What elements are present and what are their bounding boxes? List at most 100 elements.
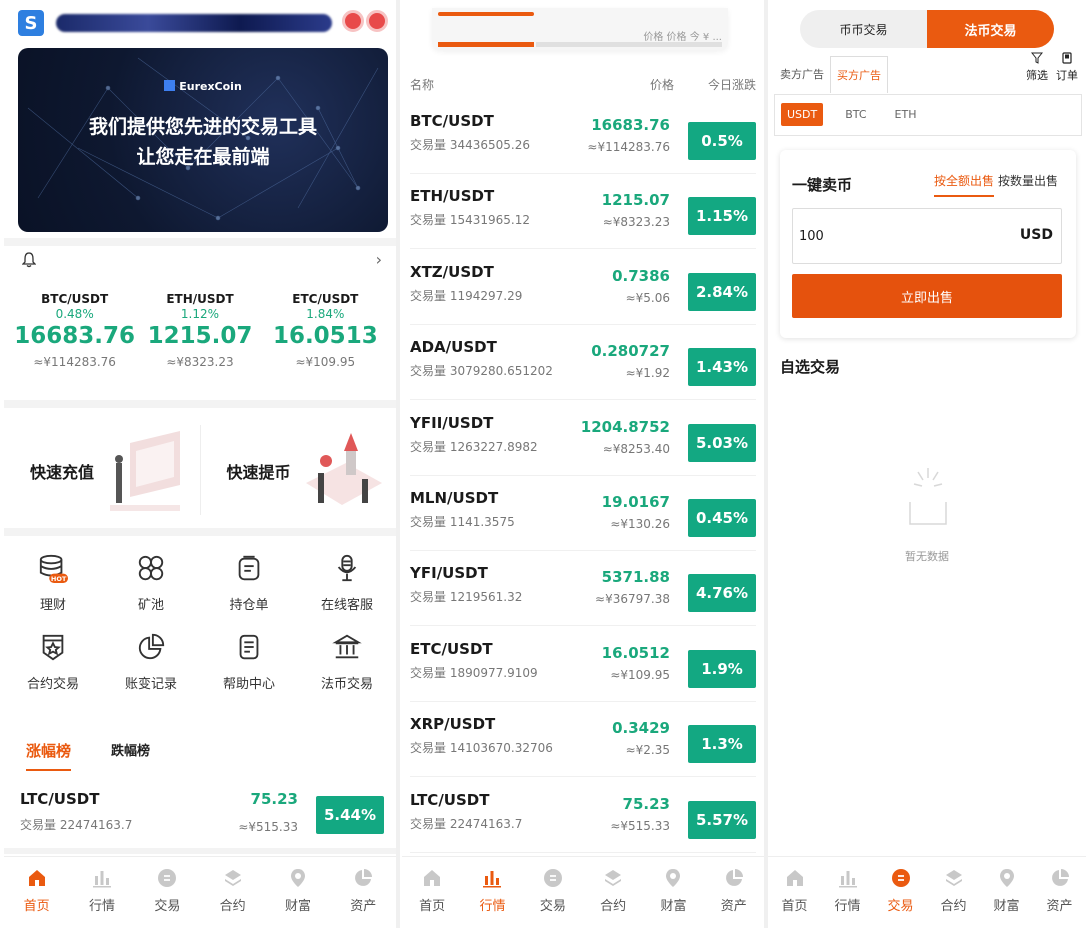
table-row[interactable]: MLN/USDT 交易量 1141.3575 19.0167 ≈¥130.26 0.45… [410,475,756,551]
tab-label: 首页 [23,899,50,914]
notice-bar[interactable]: › [21,250,382,272]
tab-market[interactable]: 行情 [462,857,522,928]
grid-item-label: 法币交易 [320,677,373,692]
tab-market[interactable]: 行情 [821,857,874,928]
tab-label: 行情 [479,899,506,914]
currency-btc[interactable]: BTC [839,103,872,126]
currency-eth[interactable]: ETH [889,103,923,126]
tab-home[interactable]: 首页 [402,857,462,928]
table-row[interactable]: YFII/USDT 交易量 1263227.8982 1204.8752 ≈¥8253… [410,400,756,476]
tab-buyer-ads[interactable]: 买方广告 [830,56,888,93]
row-price: 16.0512 [601,643,670,662]
ticker-card[interactable]: BTC/USDT 0.48% 16683.76 ≈¥114283.76 [12,292,137,369]
hot-badge: HOT [51,575,67,583]
tab-assets[interactable]: 资产 [704,857,764,928]
avatar[interactable] [366,10,388,32]
segment-fiat-trade[interactable]: 法币交易 [927,10,1054,48]
tab-home[interactable]: 首页 [4,857,69,928]
tab-wealth[interactable]: 财富 [643,857,703,928]
tab-trade[interactable]: 交易 [135,857,200,928]
grid-item-records[interactable]: 账变记录 [102,631,200,692]
quick-deposit-button[interactable]: 快速充值 [4,415,200,525]
quick-sell-card: 一键卖币 按全额出售 按数量出售 100 USD 立即出售 [780,150,1076,338]
section-divider [4,848,396,854]
chevron-right-icon[interactable]: › [376,250,382,269]
header-price[interactable]: 价格 [650,76,674,93]
grid-item-help[interactable]: 帮助中心 [200,631,298,692]
tab-contract[interactable]: 合约 [200,857,265,928]
banner-logo-text: EurexCoin [179,80,242,93]
segment-coin-trade[interactable]: 币币交易 [800,10,927,48]
avatar[interactable] [342,10,364,32]
tab-label: 合约 [600,899,627,914]
bell-icon [21,252,37,272]
location-icon [287,867,309,889]
sell-amount-input[interactable]: 100 USD [792,208,1062,264]
row-change-badge: 1.43% [688,348,756,387]
table-row[interactable]: BTC/USDT 交易量 34436505.26 16683.76 ≈¥114283.… [410,98,756,174]
tab-gainers[interactable]: 涨幅榜 [26,740,72,771]
tab-wealth[interactable]: 财富 [980,857,1033,928]
ticker-card[interactable]: ETH/USDT 1.12% 1215.07 ≈¥8323.23 [137,292,262,369]
row-change-badge: 1.9% [688,649,756,688]
quick-withdraw-label: 快速提币 [226,463,291,482]
ticker-card[interactable]: ETC/USDT 1.84% 16.0513 ≈¥109.95 [263,292,388,369]
row-pair: BTC/USDT [410,112,494,130]
grid-item-wealth[interactable]: HOT 理财 [4,552,102,613]
quick-sell-title: 一键卖币 [792,176,853,194]
row-price: 5371.88 [601,568,670,587]
grid-item-support[interactable]: 在线客服 [298,552,396,613]
tab-trade[interactable]: 交易 [874,857,927,928]
table-row[interactable]: ETH/USDT 交易量 15431965.12 1215.07 ≈¥8323.23 1… [410,173,756,250]
promo-banner[interactable]: EurexCoin 我们提供您先进的交易工具 让您走在最前端 [18,48,388,232]
row-cny: ≈¥8323.23 [602,215,670,230]
table-row[interactable]: LTC/USDT 交易量 22474163.7 75.23 ≈¥515.33 5… [20,790,384,846]
row-change-badge: 0.45% [688,499,756,537]
tab-home[interactable]: 首页 [768,857,821,928]
quick-withdraw-button[interactable]: 快速提币 [201,415,397,525]
deposit-illustration [109,431,180,511]
table-row[interactable]: LTC/USDT 交易量 22474163.7 75.23 ≈¥515.33 5.57% [410,777,756,853]
row-volume: 交易量 3079280.651202 [410,364,553,379]
table-row[interactable]: XTZ/USDT 交易量 1194297.29 0.7386 ≈¥5.06 2.84% [410,249,756,325]
location-icon [996,867,1018,889]
table-row[interactable]: ETC/USDT 交易量 1890977.9109 16.0512 ≈¥109.95 1… [410,626,756,702]
header-change[interactable]: 今日涨跌 [708,76,756,93]
pie-record-icon [136,631,166,663]
tab-sell-by-quantity[interactable]: 按数量出售 [998,172,1058,189]
tab-assets[interactable]: 资产 [1033,857,1086,928]
pie-icon [1049,867,1071,889]
home-header: S [18,8,388,38]
tab-seller-ads[interactable]: 卖方广告 [774,56,830,93]
tab-losers[interactable]: 跌幅榜 [111,740,150,771]
row-price: 75.23 [622,794,670,813]
tab-assets[interactable]: 资产 [331,857,396,928]
row-volume: 交易量 1141.3575 [410,515,515,529]
tab-market[interactable]: 行情 [69,857,134,928]
orders-button[interactable]: 订单 [1056,52,1078,83]
tab-contract[interactable]: 合约 [583,857,643,928]
table-row[interactable]: XRP/USDT 交易量 14103670.32706 0.3429 ≈¥2.35 1.… [410,701,756,778]
grid-item-fiat[interactable]: 法币交易 [298,631,396,692]
table-row[interactable]: YFI/USDT 交易量 1219561.32 5371.88 ≈¥36797.38 4… [410,550,756,627]
tab-label: 交易 [154,899,181,914]
row-change-badge: 5.03% [688,423,756,462]
filter-button[interactable]: 筛选 [1026,52,1048,83]
header-name[interactable]: 名称 [410,78,434,92]
document-icon [234,631,264,663]
tab-wealth[interactable]: 财富 [265,857,330,928]
row-cny: ≈¥109.95 [610,667,670,682]
ticker-price: 16.0513 [272,323,378,349]
sell-now-button[interactable]: 立即出售 [792,274,1062,318]
row-volume: 交易量 1890977.9109 [410,665,538,680]
grid-item-contract[interactable]: 合约交易 [4,631,102,692]
grid-item-pool[interactable]: 矿池 [102,552,200,613]
tab-contract[interactable]: 合约 [927,857,980,928]
header-avatars[interactable] [342,10,388,32]
grid-item-positions[interactable]: 持仓单 [200,552,298,613]
app-logo-icon: S [18,10,44,36]
tab-sell-by-amount[interactable]: 按全额出售 [934,172,995,197]
currency-usdt[interactable]: USDT [781,103,824,126]
tab-trade[interactable]: 交易 [523,857,583,928]
table-row[interactable]: ADA/USDT 交易量 3079280.651202 0.280727 ≈¥1.92… [410,324,756,401]
